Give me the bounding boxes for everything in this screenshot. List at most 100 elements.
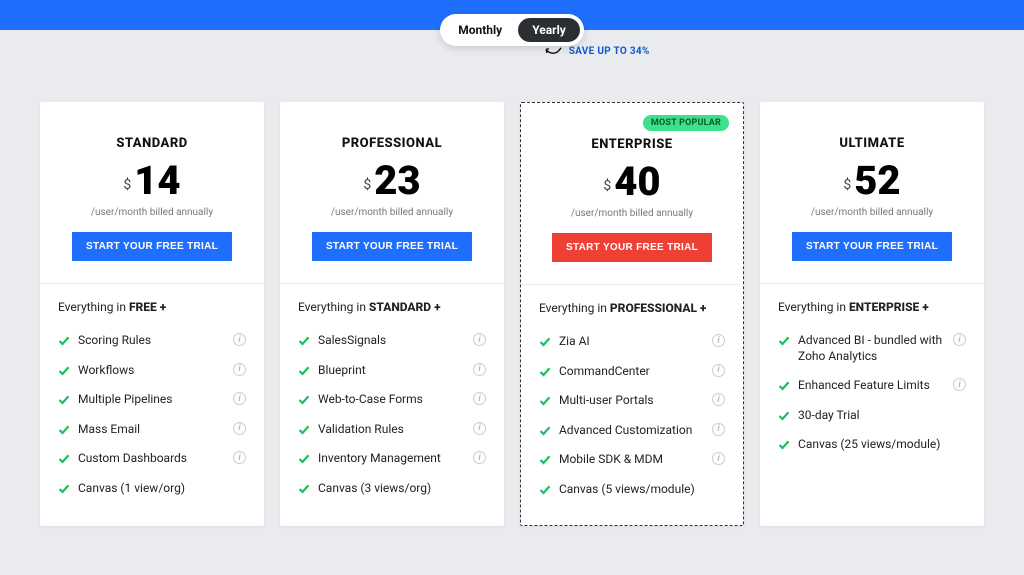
feature-label: Mobile SDK & MDM (559, 452, 704, 468)
toggle-yearly[interactable]: Yearly (518, 18, 580, 42)
info-icon[interactable]: i (233, 333, 246, 346)
feature-row: Zia AI i (539, 327, 725, 357)
plan-name: PROFESSIONAL (298, 136, 486, 151)
feature-row: Enhanced Feature Limits i (778, 371, 966, 401)
feature-row: CommandCenter i (539, 357, 725, 387)
price-subtext: /user/month billed annually (58, 207, 246, 218)
plan-head: PROFESSIONAL$23/user/month billed annual… (280, 102, 504, 284)
currency-symbol: $ (363, 177, 371, 193)
feature-row: Mass Emaili (58, 415, 246, 445)
feature-label: SalesSignals (318, 333, 465, 349)
most-popular-badge: MOST POPULAR (643, 115, 729, 131)
feature-row: Advanced Customization i (539, 416, 725, 446)
feature-row: Blueprint i (298, 356, 486, 386)
info-icon[interactable]: i (953, 378, 966, 391)
plan-body: Everything in STANDARD +SalesSignalsiBlu… (280, 284, 504, 524)
inherit-suffix: + (919, 300, 928, 314)
inherit-text: Everything in STANDARD + (298, 300, 486, 314)
start-trial-button[interactable]: START YOUR FREE TRIAL (312, 232, 472, 261)
currency-symbol: $ (123, 177, 131, 193)
pricing-plans: STANDARD $14/user/month billed annually ST… (0, 46, 1024, 546)
plan-name: ENTERPRISE (539, 137, 725, 152)
feature-label: Zia AI (559, 334, 704, 350)
check-icon (778, 380, 790, 392)
check-icon (539, 336, 551, 348)
start-trial-button[interactable]: START YOUR FREE TRIAL (792, 232, 952, 261)
price-subtext: /user/month billed annually (539, 208, 725, 219)
feature-row: Custom Dashboardsi (58, 444, 246, 474)
plan-card-enterprise: MOST POPULARENTERPRISE$40/user/month bil… (520, 102, 744, 526)
feature-label: Validation Rules (318, 422, 465, 438)
check-icon (539, 366, 551, 378)
info-icon[interactable]: i (473, 363, 486, 376)
info-icon[interactable]: i (712, 393, 725, 406)
feature-label: CommandCenter (559, 364, 704, 380)
feature-label: Advanced BI - bundled with Zoho Analytic… (798, 333, 945, 364)
feature-row: Scoring Rulesi (58, 326, 246, 356)
info-icon[interactable]: i (712, 334, 725, 347)
check-icon (58, 453, 70, 465)
info-icon[interactable]: i (233, 451, 246, 464)
save-note-text: SAVE UP TO 34% (569, 46, 650, 57)
plan-card-standard: STANDARD $14/user/month billed annually ST… (40, 102, 264, 526)
feature-row: SalesSignals i (298, 326, 486, 356)
inherit-suffix: + (431, 300, 440, 314)
feature-row: Canvas (5 views/module) (539, 475, 725, 505)
feature-row: Workflowsi (58, 356, 246, 386)
feature-label: Advanced Customization (559, 423, 704, 439)
info-icon[interactable]: i (712, 423, 725, 436)
inherit-text: Everything in FREE + (58, 300, 246, 314)
feature-row: Advanced BI - bundled with Zoho Analytic… (778, 326, 966, 371)
check-icon (58, 365, 70, 377)
info-icon[interactable]: i (473, 422, 486, 435)
plan-body: Everything in FREE + Scoring RulesiWorkfl… (40, 284, 264, 524)
feature-row: 30-day Trial (778, 401, 966, 431)
plan-card-ultimate: ULTIMATE$52/user/month billed annuallyST… (760, 102, 984, 526)
price-row: $52 (778, 161, 966, 201)
price-row: $23 (298, 161, 486, 201)
plan-head: ULTIMATE$52/user/month billed annuallyST… (760, 102, 984, 284)
check-icon (298, 453, 310, 465)
feature-label: 30-day Trial (798, 408, 966, 424)
start-trial-button[interactable]: START YOUR FREE TRIAL (552, 233, 712, 262)
toggle-monthly[interactable]: Monthly (444, 18, 516, 42)
check-icon (539, 484, 551, 496)
inherit-prefix: Everything in (778, 300, 849, 314)
plan-body: Everything in PROFESSIONAL +Zia AIiComma… (521, 285, 743, 525)
check-icon (58, 394, 70, 406)
start-trial-button[interactable]: START YOUR FREE TRIAL (72, 232, 232, 261)
info-icon[interactable]: i (712, 452, 725, 465)
inherit-prefix: Everything in (298, 300, 369, 314)
feature-row: Canvas (3 views/org) (298, 474, 486, 504)
inherit-text: Everything in ENTERPRISE + (778, 300, 966, 314)
plan-body: Everything in ENTERPRISE + Advanced BI - … (760, 284, 984, 480)
info-icon[interactable]: i (473, 451, 486, 464)
plan-card-professional: PROFESSIONAL$23/user/month billed annual… (280, 102, 504, 526)
plan-price: 52 (854, 161, 900, 201)
feature-label: Enhanced Feature Limits (798, 378, 945, 394)
feature-label: Canvas (5 views/module) (559, 482, 725, 498)
info-icon[interactable]: i (473, 333, 486, 346)
check-icon (298, 365, 310, 377)
check-icon (539, 395, 551, 407)
check-icon (298, 394, 310, 406)
price-row: $14 (58, 161, 246, 201)
plan-name: STANDARD (58, 136, 246, 151)
check-icon (298, 424, 310, 436)
info-icon[interactable]: i (473, 392, 486, 405)
check-icon (778, 439, 790, 451)
info-icon[interactable]: i (233, 392, 246, 405)
info-icon[interactable]: i (712, 364, 725, 377)
feature-label: Blueprint (318, 363, 465, 379)
billing-toggle: Monthly Yearly (440, 14, 584, 46)
info-icon[interactable]: i (953, 333, 966, 346)
inherit-plan: STANDARD (369, 300, 431, 314)
inherit-prefix: Everything in (58, 300, 129, 314)
check-icon (778, 410, 790, 422)
feature-label: Canvas (25 views/module) (798, 437, 966, 453)
info-icon[interactable]: i (233, 422, 246, 435)
feature-row: Validation Rules i (298, 415, 486, 445)
info-icon[interactable]: i (233, 363, 246, 376)
check-icon (58, 424, 70, 436)
feature-row: Canvas (1 view/org) (58, 474, 246, 504)
